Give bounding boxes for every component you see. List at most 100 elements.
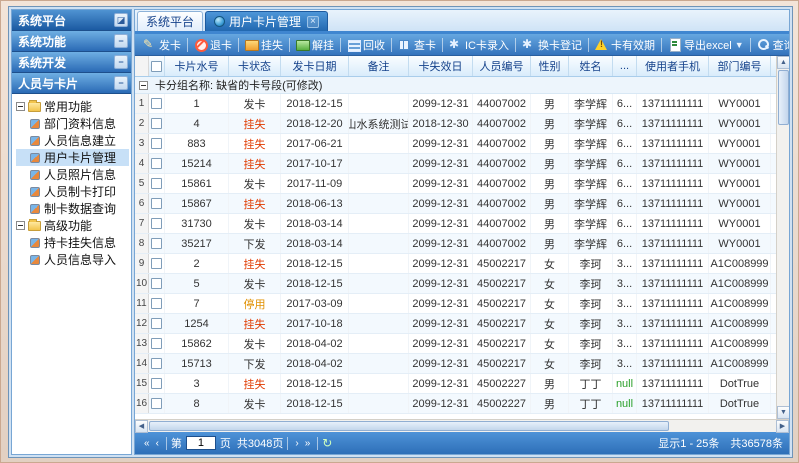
tree-item-0-5[interactable]: 制卡数据查询 <box>16 200 129 217</box>
row-checkbox[interactable] <box>151 238 162 249</box>
table-row[interactable]: 24挂失2018-12-20山水系统测试2018-12-3044007002男李… <box>135 114 776 134</box>
toolbar-button-10[interactable]: 查询 <box>753 36 789 54</box>
row-checkbox[interactable] <box>151 318 162 329</box>
toolbar-button-1[interactable]: 退卡 <box>190 36 236 54</box>
row-checkbox[interactable] <box>151 378 162 389</box>
tree-item-0-1[interactable]: 人员信息建立 <box>16 132 129 149</box>
cell-remark <box>349 94 409 113</box>
table-header-4[interactable]: 卡失效日 <box>409 56 473 76</box>
scroll-right-icon[interactable]: ▶ <box>776 420 789 433</box>
table-header-checkbox[interactable] <box>149 56 165 76</box>
page-number-input[interactable] <box>186 436 216 450</box>
prev-page-button[interactable]: ‹ <box>153 438 162 449</box>
table-header-1[interactable]: 卡状态 <box>229 56 281 76</box>
toolbar-button-6[interactable]: IC卡录入 <box>445 36 513 54</box>
horizontal-scrollbar[interactable]: ◀ ▶ <box>135 419 789 432</box>
collapse-node-icon[interactable] <box>16 221 25 230</box>
close-icon[interactable]: × <box>307 16 319 28</box>
toolbar-button-9[interactable]: 导出excel▼ <box>664 36 748 54</box>
tree-item-0-2[interactable]: 用户卡片管理 <box>16 149 129 166</box>
row-checkbox[interactable] <box>151 158 162 169</box>
row-checkbox[interactable] <box>151 218 162 229</box>
table-header-8[interactable]: ... <box>613 56 637 76</box>
table-row[interactable]: 92挂失2018-12-152099-12-3145002217女李珂3...1… <box>135 254 776 274</box>
toolbar-separator <box>661 38 662 52</box>
table-header-7[interactable]: 姓名 <box>569 56 613 76</box>
row-checkbox[interactable] <box>151 338 162 349</box>
row-checkbox[interactable] <box>151 358 162 369</box>
table-row[interactable]: 11发卡2018-12-152099-12-3144007002男李学辉6...… <box>135 94 776 114</box>
table-header-10[interactable]: 部门编号 <box>709 56 771 76</box>
table-header-5[interactable]: 人员编号 <box>473 56 531 76</box>
horizontal-scroll-thumb[interactable] <box>149 421 669 431</box>
row-checkbox[interactable] <box>151 118 162 129</box>
tree-group-0[interactable]: 常用功能 <box>16 98 129 115</box>
toolbar-button-8[interactable]: 卡有效期 <box>591 36 659 54</box>
table-row[interactable]: 121254挂失2017-10-182099-12-3145002217女李珂3… <box>135 314 776 334</box>
group-header-row[interactable]: 卡分组名称: 缺省的卡号段(可修改) <box>135 77 776 94</box>
table-row[interactable]: 415214挂失2017-10-172099-12-3144007002男李学辉… <box>135 154 776 174</box>
collapse-icon[interactable]: − <box>114 55 128 69</box>
sidebar-section-2[interactable]: 系统开发− <box>12 52 131 73</box>
vertical-scrollbar[interactable]: ▲ ▼ <box>776 56 789 419</box>
toolbar-button-7[interactable]: 换卡登记 <box>518 36 586 54</box>
row-checkbox[interactable] <box>151 138 162 149</box>
table-header-3[interactable]: 备注 <box>349 56 409 76</box>
cell-phone: 13711111111 <box>637 394 709 413</box>
table-row[interactable]: 3883挂失2017-06-212099-12-3144007002男李学辉6.… <box>135 134 776 154</box>
tree-item-1-1[interactable]: 人员信息导入 <box>16 251 129 268</box>
row-checkbox[interactable] <box>151 258 162 269</box>
toolbar-button-4[interactable]: 回收 <box>343 36 389 54</box>
toolbar-button-3[interactable]: 解挂 <box>292 36 338 54</box>
toolbar-button-0[interactable]: 发卡 <box>139 36 185 54</box>
tree-item-0-3[interactable]: 人员照片信息 <box>16 166 129 183</box>
table-header-9[interactable]: 使用者手机 <box>637 56 709 76</box>
table-header-6[interactable]: 性别 <box>531 56 569 76</box>
scroll-left-icon[interactable]: ◀ <box>135 420 148 433</box>
refresh-icon[interactable]: ↻ <box>322 436 332 450</box>
pin-icon[interactable]: ◪ <box>114 13 128 27</box>
tab-0[interactable]: 系统平台 <box>137 11 203 31</box>
table-row[interactable]: 1315862发卡2018-04-022099-12-3145002217女李珂… <box>135 334 776 354</box>
collapse-node-icon[interactable] <box>16 102 25 111</box>
table-row[interactable]: 515861发卡2017-11-092099-12-3144007002男李学辉… <box>135 174 776 194</box>
tree-item-0-4[interactable]: 人员制卡打印 <box>16 183 129 200</box>
select-all-checkbox[interactable] <box>151 61 162 72</box>
cell-person_no: 45002217 <box>473 334 531 353</box>
tree-item-0-0[interactable]: 部门资料信息 <box>16 115 129 132</box>
tree-group-1[interactable]: 高级功能 <box>16 217 129 234</box>
table-header-2[interactable]: 发卡日期 <box>281 56 349 76</box>
row-checkbox[interactable] <box>151 398 162 409</box>
sidebar-section-3[interactable]: 人员与卡片− <box>12 73 131 94</box>
table-row[interactable]: 117停用2017-03-092099-12-3145002217女李珂3...… <box>135 294 776 314</box>
cell-name: 丁丁 <box>569 394 613 413</box>
tree-item-1-0[interactable]: 持卡挂失信息 <box>16 234 129 251</box>
sidebar-section-0[interactable]: 系统平台◪ <box>12 10 131 31</box>
collapse-icon[interactable]: − <box>114 34 128 48</box>
tab-1[interactable]: 用户卡片管理× <box>205 11 328 31</box>
scroll-up-icon[interactable]: ▲ <box>777 56 789 69</box>
last-page-button[interactable]: » <box>302 438 314 449</box>
table-row[interactable]: 731730发卡2018-03-142099-12-3144007002男李学辉… <box>135 214 776 234</box>
vertical-scroll-thumb[interactable] <box>778 70 789 125</box>
toolbar-button-2[interactable]: 挂失 <box>241 36 287 54</box>
first-page-button[interactable]: « <box>141 438 153 449</box>
table-header-0[interactable]: 卡片水号 <box>165 56 229 76</box>
table-row[interactable]: 105发卡2018-12-152099-12-3145002217女李珂3...… <box>135 274 776 294</box>
table-row[interactable]: 835217下发2018-03-142099-12-3144007002男李学辉… <box>135 234 776 254</box>
scroll-down-icon[interactable]: ▼ <box>777 406 789 419</box>
next-page-button[interactable]: › <box>292 438 301 449</box>
row-checkbox[interactable] <box>151 178 162 189</box>
table-row[interactable]: 168发卡2018-12-152099-12-3145002227男丁丁null… <box>135 394 776 414</box>
collapse-group-icon[interactable] <box>139 81 148 90</box>
toolbar-button-5[interactable]: 查卡 <box>394 36 440 54</box>
table-row[interactable]: 1415713下发2018-04-022099-12-3145002217女李珂… <box>135 354 776 374</box>
row-checkbox[interactable] <box>151 98 162 109</box>
sidebar-section-1[interactable]: 系统功能− <box>12 31 131 52</box>
collapse-icon[interactable]: − <box>114 76 128 90</box>
table-row[interactable]: 615867挂失2018-06-132099-12-3144007002男李学辉… <box>135 194 776 214</box>
row-checkbox[interactable] <box>151 198 162 209</box>
row-checkbox[interactable] <box>151 298 162 309</box>
table-row[interactable]: 153挂失2018-12-152099-12-3145002227男丁丁null… <box>135 374 776 394</box>
row-checkbox[interactable] <box>151 278 162 289</box>
